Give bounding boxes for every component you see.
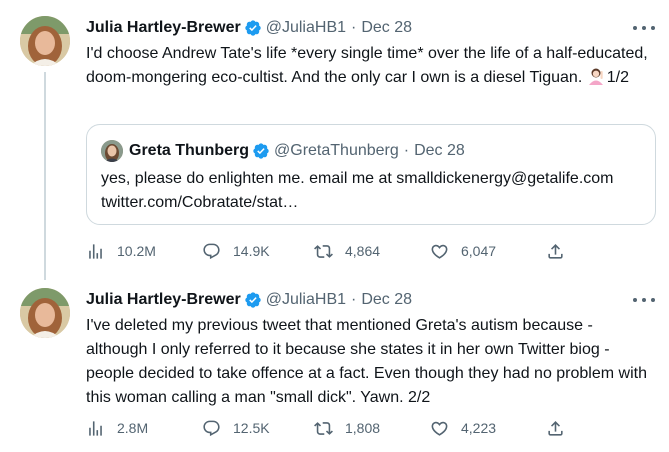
more-icon[interactable] xyxy=(633,290,655,310)
replies-count: 14.9K xyxy=(233,243,270,259)
share-button[interactable] xyxy=(546,239,565,263)
tweet-1[interactable]: Julia Hartley-Brewer @JuliaHB1 · Dec 28 … xyxy=(0,0,669,280)
more-icon[interactable] xyxy=(633,18,655,38)
woman-raising-hand-emoji xyxy=(588,68,603,85)
tweet-text: I'd choose Andrew Tate's life *every sin… xyxy=(86,42,656,90)
tweet-text-main: I'd choose Andrew Tate's life *every sin… xyxy=(86,45,648,86)
reply-icon xyxy=(203,243,220,259)
tweet-header: Julia Hartley-Brewer @JuliaHB1 · Dec 28 xyxy=(86,288,412,312)
retweets-count: 4,864 xyxy=(345,243,381,259)
separator-dot: · xyxy=(351,19,357,36)
retweet-button[interactable]: 4,864 xyxy=(314,239,380,263)
quoted-tweet-header: Greta Thunberg @GretaThunberg · Dec 28 xyxy=(101,139,465,163)
retweet-icon xyxy=(314,421,333,435)
tweet-date[interactable]: Dec 28 xyxy=(361,19,412,37)
views-button[interactable]: 2.8M xyxy=(86,416,148,440)
quoted-author-avatar xyxy=(101,140,123,162)
reply-button[interactable]: 14.9K xyxy=(202,239,270,263)
thread-connector-line xyxy=(44,72,46,280)
quoted-tweet-text: yes, please do enlighten me. email me at… xyxy=(101,167,641,215)
views-icon xyxy=(89,243,102,259)
thread-count: 1/2 xyxy=(606,69,629,86)
separator-dot: · xyxy=(403,142,410,159)
quoted-tweet-line-1: yes, please do enlighten me. email me at… xyxy=(101,170,614,187)
share-icon xyxy=(548,420,563,436)
quoted-tweet-link: twitter.com/Cobratate/stat… xyxy=(101,194,299,211)
like-button[interactable]: 4,223 xyxy=(430,416,496,440)
retweet-icon xyxy=(314,244,333,258)
tweet-2[interactable]: Julia Hartley-Brewer @JuliaHB1 · Dec 28 … xyxy=(0,280,669,452)
views-button[interactable]: 10.2M xyxy=(86,239,156,263)
reply-icon xyxy=(203,420,220,436)
quoted-tweet-date: Dec 28 xyxy=(414,142,465,159)
quoted-author-name: Greta Thunberg xyxy=(129,142,250,159)
like-icon xyxy=(431,421,448,436)
like-button[interactable]: 6,047 xyxy=(430,239,496,263)
retweets-count: 1,808 xyxy=(345,420,381,436)
author-handle[interactable]: @JuliaHB1 xyxy=(266,19,346,37)
quoted-author-handle: @GretaThunberg xyxy=(274,142,399,159)
views-icon xyxy=(89,420,102,436)
verified-badge-icon xyxy=(245,20,261,36)
tweet-actions: 10.2M 14.9K 4,864 6,047 xyxy=(86,239,566,263)
likes-count: 6,047 xyxy=(461,243,497,259)
verified-badge-icon xyxy=(245,292,261,308)
quoted-tweet[interactable]: Greta Thunberg @GretaThunberg · Dec 28 y… xyxy=(86,124,656,225)
likes-count: 4,223 xyxy=(461,420,497,436)
author-name[interactable]: Julia Hartley-Brewer xyxy=(86,19,241,37)
tweet-actions: 2.8M 12.5K 1,808 4,223 xyxy=(86,416,566,440)
like-icon xyxy=(431,244,448,259)
author-avatar[interactable] xyxy=(20,16,70,66)
separator-dot: · xyxy=(351,291,357,308)
share-button[interactable] xyxy=(546,416,565,440)
author-handle[interactable]: @JuliaHB1 xyxy=(266,291,346,309)
reply-button[interactable]: 12.5K xyxy=(202,416,270,440)
verified-badge-icon xyxy=(253,143,269,159)
tweet-date[interactable]: Dec 28 xyxy=(361,291,412,309)
retweet-button[interactable]: 1,808 xyxy=(314,416,380,440)
views-count: 2.8M xyxy=(117,420,149,436)
tweet-header: Julia Hartley-Brewer @JuliaHB1 · Dec 28 xyxy=(86,16,412,40)
author-name[interactable]: Julia Hartley-Brewer xyxy=(86,291,241,309)
views-count: 10.2M xyxy=(117,243,156,259)
tweet-text: I've deleted my previous tweet that ment… xyxy=(86,317,647,406)
replies-count: 12.5K xyxy=(233,420,270,436)
author-avatar[interactable] xyxy=(20,288,70,338)
share-icon xyxy=(548,243,563,259)
